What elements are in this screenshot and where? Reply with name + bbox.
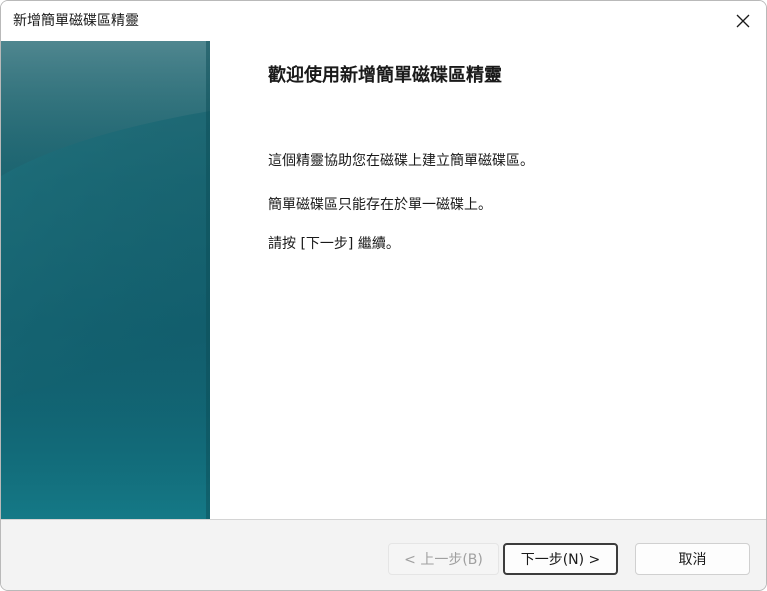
banner-graphic — [1, 41, 210, 519]
intro-text: 這個精靈協助您在磁碟上建立簡單磁碟區。 — [268, 153, 534, 169]
wizard-heading: 歡迎使用新增簡單磁碟區精靈 — [268, 65, 502, 86]
info-text: 簡單磁碟區只能存在於單一磁碟上。 — [268, 197, 492, 213]
close-icon — [736, 14, 750, 28]
title-bar[interactable]: 新增簡單磁碟區精靈 — [1, 1, 766, 41]
close-button[interactable] — [720, 1, 766, 41]
next-button[interactable]: 下一步(N) > — [503, 543, 618, 575]
wizard-content: 歡迎使用新增簡單磁碟區精靈 這個精靈協助您在磁碟上建立簡單磁碟區。 簡單磁碟區只… — [210, 41, 766, 519]
instruction-text: 請按 [下一步] 繼續。 — [268, 236, 400, 252]
wizard-side-banner — [1, 41, 210, 519]
back-button[interactable]: < 上一步(B) — [388, 543, 499, 575]
wizard-window: 新增簡單磁碟區精靈 歡迎使用新增簡單磁碟區精靈 這個精靈協助您在磁碟上建立簡單磁… — [0, 0, 767, 591]
cancel-button[interactable]: 取消 — [635, 543, 750, 575]
wizard-footer: < 上一步(B) 下一步(N) > 取消 — [1, 519, 766, 590]
window-title: 新增簡單磁碟區精靈 — [13, 13, 139, 29]
